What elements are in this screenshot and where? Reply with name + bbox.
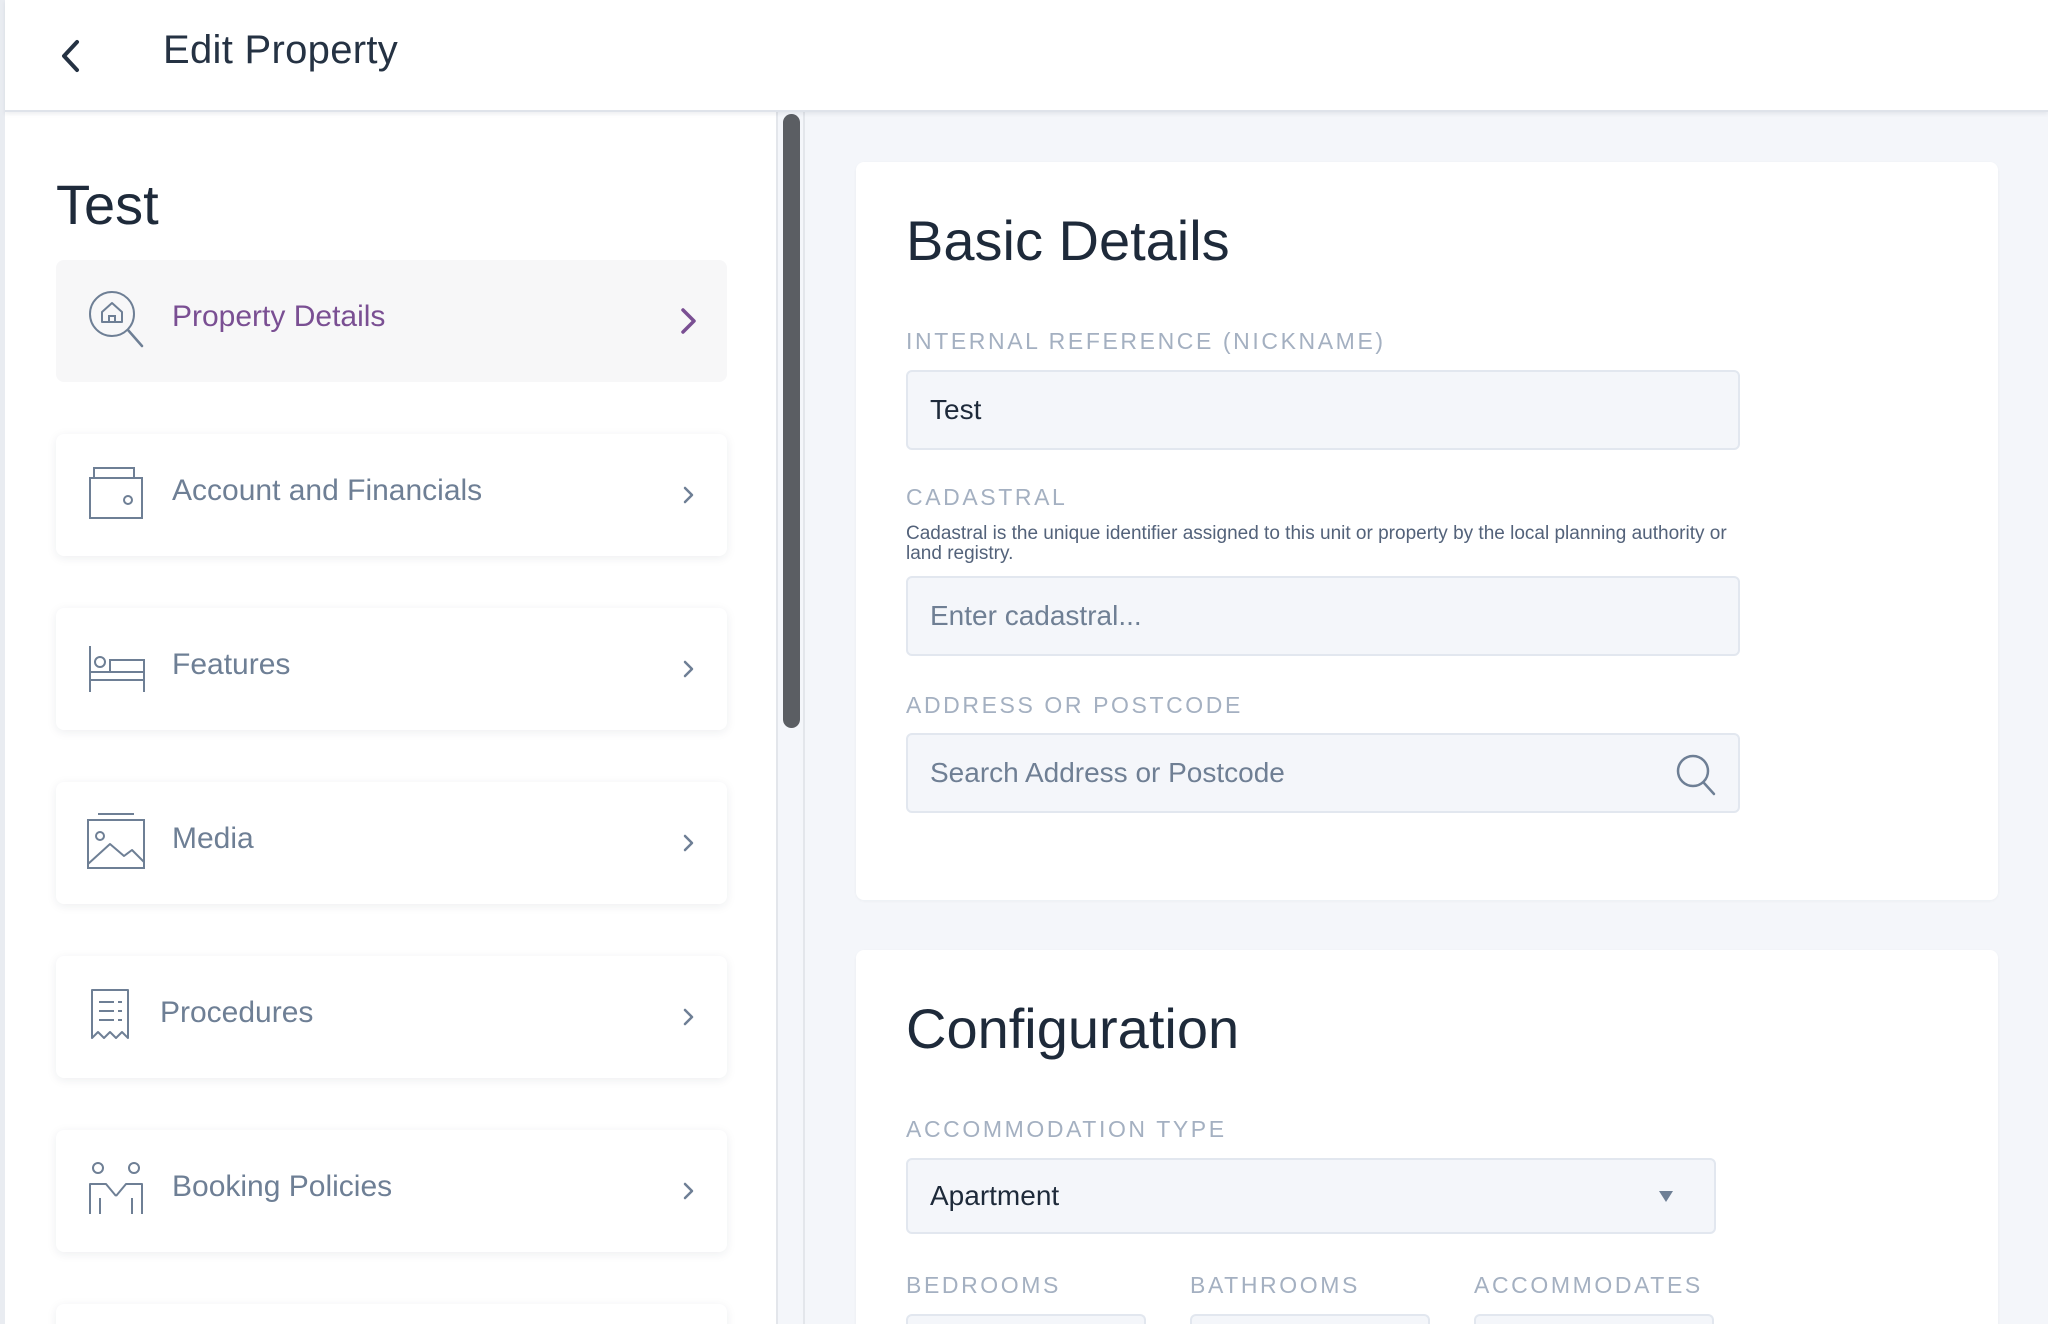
- sidebar-item-booking-policies[interactable]: Booking Policies: [56, 1130, 727, 1252]
- accommodation-type-select[interactable]: Apartment: [906, 1158, 1716, 1234]
- sidebar: Test Property Details Account and Financ…: [5, 112, 778, 1324]
- sidebar-item-label: Property Details: [172, 300, 386, 333]
- chevron-right-icon: [683, 834, 694, 852]
- sidebar-item-label: Account and Financials: [172, 474, 483, 507]
- accommodates-label: ACCOMMODATES: [1474, 1272, 1703, 1298]
- house-search-icon: [89, 291, 144, 348]
- basic-details-title: Basic Details: [906, 209, 1230, 272]
- sidebar-item-label: Procedures: [160, 996, 314, 1029]
- chevron-right-icon: [683, 1008, 694, 1026]
- chevron-right-icon: [681, 308, 696, 334]
- internal-reference-label: INTERNAL REFERENCE (NICKNAME): [906, 328, 1386, 354]
- bathrooms-label: BATHROOMS: [1190, 1272, 1360, 1298]
- cadastral-label: CADASTRAL: [906, 484, 1068, 510]
- sidebar-item-media[interactable]: Media: [56, 782, 727, 904]
- chevron-left-icon: [62, 40, 79, 72]
- configuration-card: Configuration ACCOMMODATION TYPE Apartme…: [856, 950, 1998, 1324]
- people-icon: [89, 1162, 143, 1214]
- cadastral-input[interactable]: [906, 576, 1740, 656]
- basic-details-card: Basic Details INTERNAL REFERENCE (NICKNA…: [856, 162, 1998, 900]
- top-bar: Edit Property: [5, 0, 2048, 112]
- sidebar-item-property-details[interactable]: Property Details: [56, 260, 727, 382]
- sidebar-scrollbar[interactable]: [783, 114, 800, 728]
- cadastral-help-text: Cadastral is the unique identifier assig…: [906, 523, 1727, 564]
- chevron-right-icon: [683, 486, 694, 504]
- sidebar-item-label: Media: [172, 822, 254, 855]
- chevron-right-icon: [683, 660, 694, 678]
- sidebar-item-procedures[interactable]: Procedures: [56, 956, 727, 1078]
- bathrooms-input[interactable]: [1190, 1314, 1430, 1324]
- address-label: ADDRESS OR POSTCODE: [906, 692, 1243, 718]
- bedrooms-input[interactable]: [906, 1314, 1146, 1324]
- bed-icon: [89, 646, 145, 692]
- internal-reference-input[interactable]: [906, 370, 1740, 450]
- back-button[interactable]: [51, 34, 91, 78]
- sidebar-item-features[interactable]: Features: [56, 608, 727, 730]
- address-search-input[interactable]: [906, 733, 1740, 813]
- accommodation-type-value: Apartment: [930, 1180, 1060, 1211]
- bedrooms-label: BEDROOMS: [906, 1272, 1061, 1298]
- accommodates-input[interactable]: [1474, 1314, 1714, 1324]
- search-icon[interactable]: [1674, 752, 1720, 798]
- chevron-right-icon: [683, 1182, 694, 1200]
- sidebar-item-label: Booking Policies: [172, 1170, 393, 1203]
- accommodation-type-label: ACCOMMODATION TYPE: [906, 1116, 1227, 1142]
- sidebar-item-label: Features: [172, 648, 291, 681]
- page-title: Edit Property: [163, 28, 399, 72]
- caret-down-icon: [1659, 1191, 1673, 1202]
- property-name-heading: Test: [56, 173, 159, 236]
- image-icon: [87, 813, 145, 869]
- receipt-icon: [91, 989, 129, 1039]
- sidebar-divider: [803, 112, 805, 1324]
- configuration-title: Configuration: [906, 997, 1240, 1060]
- wallet-icon: [89, 467, 143, 519]
- sidebar-item-account-financials[interactable]: Account and Financials: [56, 434, 727, 556]
- sidebar-item-next[interactable]: [56, 1304, 727, 1324]
